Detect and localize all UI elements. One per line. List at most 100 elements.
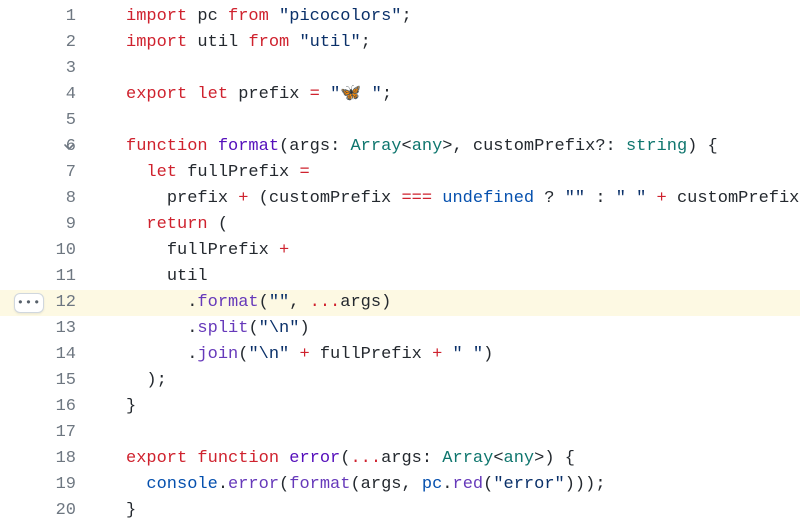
token-op: ) xyxy=(381,293,391,312)
line-number[interactable]: 8 xyxy=(0,186,90,212)
code-line[interactable]: 15 ); xyxy=(0,368,800,394)
code-content[interactable]: let fullPrefix = xyxy=(90,160,800,186)
token-op: ) xyxy=(483,345,493,364)
code-editor[interactable]: 1import pc from "picocolors";2import uti… xyxy=(0,0,800,525)
code-content[interactable]: } xyxy=(90,498,800,524)
code-content[interactable]: .split("\n") xyxy=(90,316,800,342)
code-line[interactable]: 18export function error(...args: Array<a… xyxy=(0,446,800,472)
line-number[interactable]: 4 xyxy=(0,82,90,108)
line-number[interactable]: 2 xyxy=(0,30,90,56)
code-content[interactable]: import util from "util"; xyxy=(90,30,800,56)
line-number[interactable]: 7 xyxy=(0,160,90,186)
code-line[interactable]: 5 xyxy=(0,108,800,134)
token-opb: = xyxy=(310,85,320,104)
line-number[interactable]: 20 xyxy=(0,498,90,524)
token-call: join xyxy=(197,345,238,364)
token-op xyxy=(279,449,289,468)
token-op: ( xyxy=(279,475,289,494)
token-op xyxy=(218,7,228,26)
code-content[interactable]: .join("\n" + fullPrefix + " ") xyxy=(90,342,800,368)
code-content[interactable] xyxy=(90,56,800,82)
line-number[interactable]: 12 xyxy=(0,290,90,316)
line-number[interactable]: 13 xyxy=(0,316,90,342)
token-op xyxy=(126,475,146,494)
code-line[interactable]: 8 prefix + (customPrefix === undefined ?… xyxy=(0,186,800,212)
token-str: "error" xyxy=(493,475,564,494)
token-call: error xyxy=(228,475,279,494)
code-content[interactable]: console.error(format(args, pc.red("error… xyxy=(90,472,800,498)
code-content[interactable]: return ( xyxy=(90,212,800,238)
token-op: : xyxy=(422,449,442,468)
code-line[interactable]: 2import util from "util"; xyxy=(0,30,800,56)
line-number[interactable]: 16 xyxy=(0,394,90,420)
token-str: "" xyxy=(269,293,289,312)
token-id: fullPrefix xyxy=(320,345,422,364)
token-op: , xyxy=(401,475,421,494)
token-kw: from xyxy=(248,33,289,52)
code-content[interactable]: export function error(...args: Array<any… xyxy=(90,446,800,472)
code-content[interactable]: fullPrefix + xyxy=(90,238,800,264)
token-kw: export xyxy=(126,449,187,468)
token-op xyxy=(187,33,197,52)
token-kw: from xyxy=(228,7,269,26)
line-number[interactable]: 14 xyxy=(0,342,90,368)
token-str: "util" xyxy=(299,33,360,52)
line-number[interactable]: 3 xyxy=(0,56,90,82)
token-str: " xyxy=(361,85,381,104)
token-op xyxy=(422,345,432,364)
code-content[interactable]: import pc from "picocolors"; xyxy=(90,4,800,30)
line-number[interactable]: 9 xyxy=(0,212,90,238)
token-op xyxy=(432,189,442,208)
line-number[interactable]: 10 xyxy=(0,238,90,264)
token-op xyxy=(289,163,299,182)
code-content[interactable]: } xyxy=(90,394,800,420)
code-line[interactable]: 20} xyxy=(0,498,800,524)
token-op xyxy=(208,137,218,156)
token-opb: + xyxy=(299,345,309,364)
token-op: >, xyxy=(442,137,473,156)
code-content[interactable]: ); xyxy=(90,368,800,394)
code-line[interactable]: 11 util xyxy=(0,264,800,290)
token-opb: ... xyxy=(350,449,381,468)
code-line[interactable]: 16} xyxy=(0,394,800,420)
line-number[interactable]: 18 xyxy=(0,446,90,472)
token-type: any xyxy=(504,449,535,468)
code-content[interactable]: export let prefix = "🦋 "; xyxy=(90,82,800,108)
code-line[interactable]: 1import pc from "picocolors"; xyxy=(0,4,800,30)
code-line[interactable]: 6function format(args: Array<any>, custo… xyxy=(0,134,800,160)
token-op xyxy=(310,345,320,364)
code-content[interactable] xyxy=(90,108,800,134)
code-line[interactable]: 14 .join("\n" + fullPrefix + " ") xyxy=(0,342,800,368)
code-line[interactable]: 7 let fullPrefix = xyxy=(0,160,800,186)
line-number[interactable]: 15 xyxy=(0,368,90,394)
code-content[interactable]: util xyxy=(90,264,800,290)
code-content[interactable]: prefix + (customPrefix === undefined ? "… xyxy=(90,186,800,212)
line-number[interactable]: 1 xyxy=(0,4,90,30)
code-line[interactable]: •••12 .format("", ...args) xyxy=(0,290,800,316)
code-content[interactable]: .format("", ...args) xyxy=(90,290,800,316)
line-number[interactable]: 11 xyxy=(0,264,90,290)
chevron-down-icon[interactable] xyxy=(60,138,78,156)
token-op: ); xyxy=(126,371,167,390)
code-line[interactable]: 19 console.error(format(args, pc.red("er… xyxy=(0,472,800,498)
code-line[interactable]: 17 xyxy=(0,420,800,446)
token-str: " " xyxy=(616,189,647,208)
code-content[interactable]: function format(args: Array<any>, custom… xyxy=(90,134,800,160)
token-op: ( xyxy=(350,475,360,494)
line-number[interactable]: 17 xyxy=(0,420,90,446)
code-content[interactable] xyxy=(90,420,800,446)
token-op: < xyxy=(493,449,503,468)
token-op xyxy=(667,189,677,208)
line-number[interactable]: 19 xyxy=(0,472,90,498)
code-line[interactable]: 4export let prefix = "🦋 "; xyxy=(0,82,800,108)
code-line[interactable]: 10 fullPrefix + xyxy=(0,238,800,264)
token-opb: === xyxy=(401,189,432,208)
code-line[interactable]: 9 return ( xyxy=(0,212,800,238)
line-number[interactable]: 5 xyxy=(0,108,90,134)
token-kw: function xyxy=(197,449,279,468)
token-id: fullPrefix xyxy=(187,163,289,182)
token-op: : xyxy=(585,189,616,208)
code-line[interactable]: 3 xyxy=(0,56,800,82)
code-line[interactable]: 13 .split("\n") xyxy=(0,316,800,342)
token-call: red xyxy=(453,475,484,494)
